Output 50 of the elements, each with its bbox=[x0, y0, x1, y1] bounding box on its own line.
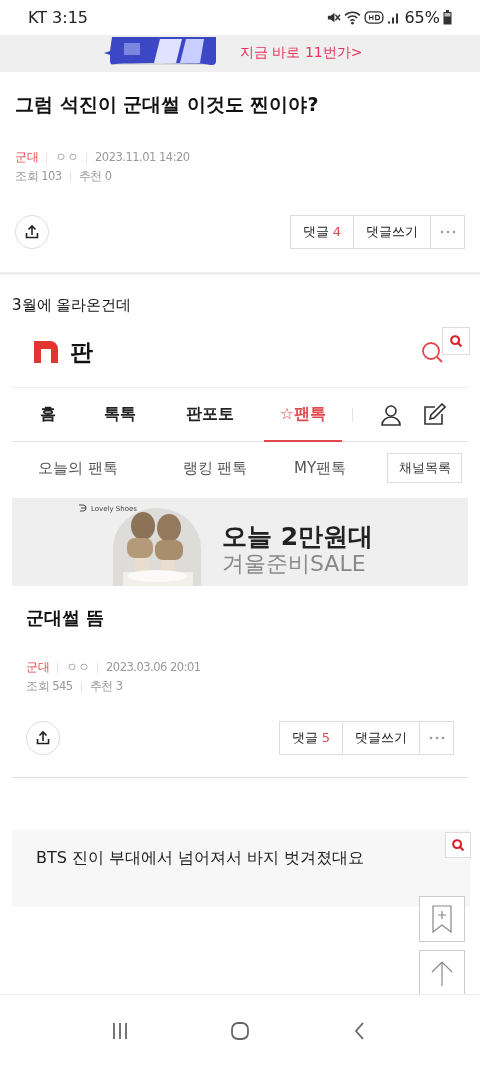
brand-icon bbox=[78, 504, 88, 513]
share-icon bbox=[24, 224, 40, 240]
search-icon bbox=[449, 334, 463, 348]
channel-list-button[interactable]: 채널목록 bbox=[387, 453, 462, 483]
logo-text: 판 bbox=[70, 337, 93, 367]
post-title: 그럼 석진이 군대썰 이것도 찐이야? bbox=[15, 92, 320, 117]
nav-tab[interactable]: 홈 bbox=[12, 388, 84, 442]
sub-tab[interactable]: MY팬톡 bbox=[286, 458, 354, 478]
category-label[interactable]: 군대 bbox=[26, 658, 49, 677]
nav-tab[interactable]: 판포토 bbox=[156, 388, 264, 442]
like-count: 추천 0 bbox=[78, 168, 112, 185]
share-button[interactable] bbox=[26, 721, 60, 755]
category-label[interactable]: 군대 bbox=[15, 148, 38, 167]
comment-button[interactable]: 댓글 4 bbox=[289, 215, 354, 249]
post-date: 2023.11.01 14:20 bbox=[95, 149, 190, 166]
post-body-text: 3월에 올라온건데 bbox=[11, 295, 133, 316]
hd-icon bbox=[364, 10, 385, 25]
sub-tab[interactable]: 랭킹 팬톡 bbox=[144, 458, 286, 478]
view-count: 조회 103 bbox=[15, 168, 62, 185]
logo-icon bbox=[34, 341, 58, 363]
comment-button[interactable]: 댓글 5 bbox=[278, 721, 343, 755]
battery-icon bbox=[443, 10, 452, 25]
post-title: 군대썰 뜸 bbox=[26, 606, 106, 630]
edit-icon[interactable] bbox=[422, 402, 446, 427]
home-icon[interactable] bbox=[229, 1020, 251, 1042]
wifi-icon bbox=[344, 10, 362, 25]
author-name: ㅇㅇ bbox=[55, 149, 78, 166]
battery-level: 65% bbox=[404, 8, 440, 27]
ad-text[interactable]: 지금 바로 11번가> bbox=[240, 44, 363, 62]
search-button[interactable] bbox=[442, 327, 470, 355]
bookmark-add-icon bbox=[430, 904, 454, 934]
share-icon bbox=[35, 730, 51, 746]
nav-tab[interactable]: ☆팬톡 bbox=[264, 388, 342, 442]
write-comment-button[interactable]: 댓글쓰기 bbox=[353, 215, 431, 249]
post-date: 2023.03.06 20:01 bbox=[106, 659, 201, 676]
more-icon bbox=[428, 736, 445, 740]
image-caption: BTS 진이 부대에서 넘어져서 바지 벗겨졌대요 bbox=[36, 848, 365, 869]
share-button[interactable] bbox=[15, 215, 49, 249]
author-name: ㅇㅇ bbox=[66, 659, 89, 676]
view-count: 조회 545 bbox=[26, 678, 73, 695]
person-icon[interactable] bbox=[379, 402, 403, 427]
sub-tab[interactable]: 오늘의 팬톡 bbox=[12, 458, 144, 478]
status-time: KT 3:15 bbox=[28, 8, 89, 27]
search-button[interactable] bbox=[445, 832, 471, 858]
more-icon bbox=[439, 230, 456, 234]
search-icon bbox=[451, 838, 465, 852]
like-count: 추천 3 bbox=[89, 678, 123, 695]
ad-headline[interactable]: 오늘 2만원대 bbox=[222, 522, 374, 552]
nav-tab[interactable]: 톡톡 bbox=[84, 388, 156, 442]
write-comment-button[interactable]: 댓글쓰기 bbox=[342, 721, 420, 755]
